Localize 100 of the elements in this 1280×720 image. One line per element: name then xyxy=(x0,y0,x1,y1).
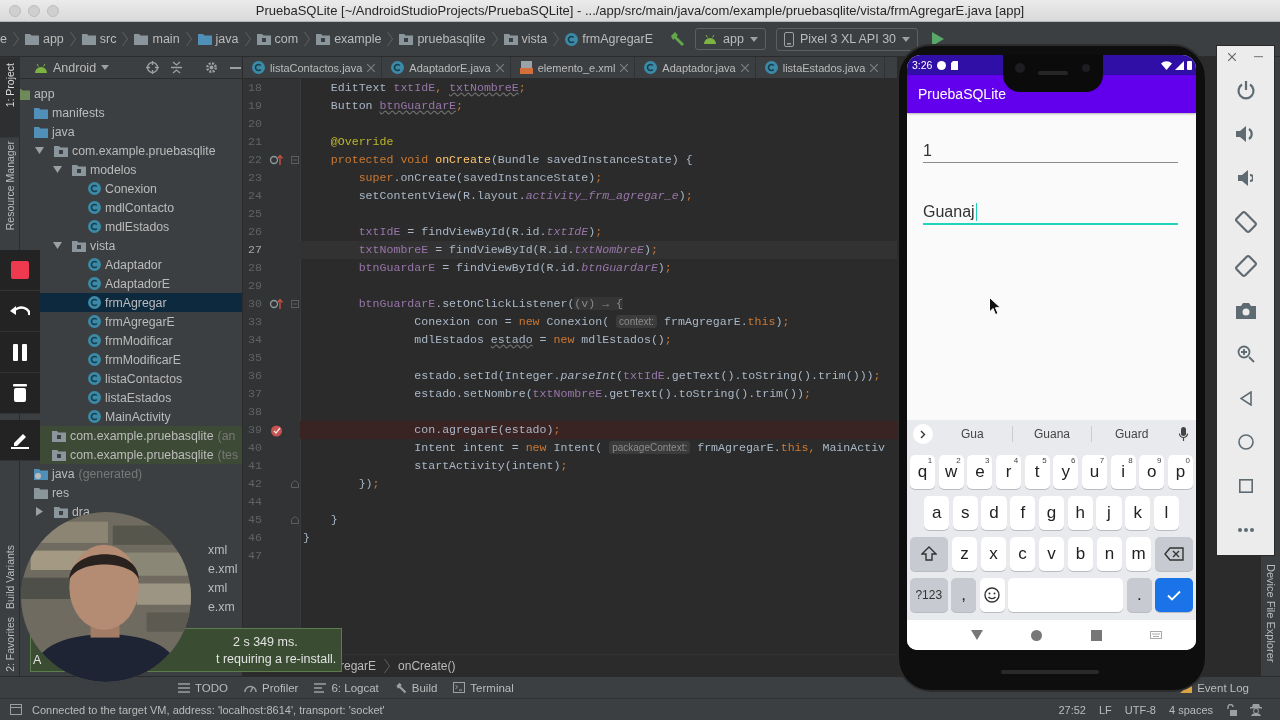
input-field[interactable]: Guanaj xyxy=(923,201,1178,225)
breadcrumb[interactable]: onCreate() xyxy=(398,658,456,673)
breadcrumb[interactable]: example xyxy=(316,32,382,46)
view-dropdown[interactable]: Android xyxy=(34,60,110,75)
tree-item[interactable]: vista xyxy=(40,236,242,255)
tree-item[interactable]: xml xyxy=(208,542,228,557)
tool-window-tab[interactable]: Build Variants xyxy=(0,541,20,614)
minimize-button[interactable] xyxy=(1254,56,1263,58)
tree-item[interactable]: java (generated) xyxy=(30,464,242,483)
tree-item[interactable]: res xyxy=(30,483,242,502)
breadcrumb[interactable]: vista xyxy=(503,32,548,46)
editor-tab[interactable]: AdaptadorE.java xyxy=(382,57,511,78)
expand-button[interactable] xyxy=(913,424,933,444)
hide-button[interactable] xyxy=(229,65,242,70)
keyboard-key[interactable]: a xyxy=(924,496,950,530)
keyboard-key[interactable]: j xyxy=(1096,496,1122,530)
breadcrumb[interactable]: pruebasqlite xyxy=(399,32,486,46)
input-field[interactable]: 1 xyxy=(923,140,1178,163)
tree-item[interactable]: frmModificarE xyxy=(40,350,242,369)
editor-tab[interactable]: Adaptador.java xyxy=(635,57,756,78)
tool-window-tab[interactable]: 2: Favorites xyxy=(0,613,20,676)
tool-window-button[interactable]: Build xyxy=(394,681,438,694)
breadcrumb[interactable]: e xyxy=(0,32,7,46)
line-ending[interactable]: LF xyxy=(1098,703,1112,716)
keyboard-key[interactable]: c xyxy=(1009,537,1036,571)
keyboard-key[interactable]: g xyxy=(1038,496,1065,530)
emoji-key[interactable] xyxy=(979,578,1005,612)
suggestion[interactable]: Guard xyxy=(1115,427,1149,441)
tree-item[interactable]: frmModificar xyxy=(40,331,242,350)
breadcrumb[interactable]: main xyxy=(134,32,180,46)
file-encoding[interactable]: UTF-8 xyxy=(1124,703,1156,716)
tool-window-button[interactable]: Profiler xyxy=(244,681,299,694)
keyboard-key[interactable]: , xyxy=(951,578,977,612)
shift-key[interactable] xyxy=(910,537,949,571)
tool-window-tab[interactable]: 1: Project xyxy=(0,57,20,138)
tree-item[interactable]: mdlEstados xyxy=(40,217,242,236)
tree-item[interactable]: com.example.pruebasqlite xyxy=(31,141,242,160)
chevron-icon xyxy=(387,32,394,46)
close-button[interactable] xyxy=(1228,53,1236,61)
device-dropdown[interactable]: Pixel 3 XL API 30 xyxy=(775,27,919,51)
breadcrumb[interactable]: com xyxy=(256,32,299,46)
keyboard-key[interactable]: n xyxy=(1096,537,1123,571)
keyboard-key[interactable]: v xyxy=(1038,537,1065,571)
tree-item[interactable]: AdaptadorE xyxy=(40,274,242,293)
tree-item[interactable]: Adaptador xyxy=(40,255,242,274)
indent-setting[interactable]: 4 spaces xyxy=(1168,703,1213,716)
breadcrumb[interactable]: src xyxy=(81,32,117,46)
tool-window-button[interactable]: TODO xyxy=(178,681,228,694)
run-icon xyxy=(932,32,945,46)
tree-item[interactable]: manifests xyxy=(30,103,242,122)
tree-item[interactable]: e.xm xyxy=(208,599,235,614)
keyboard-key[interactable]: ?123 xyxy=(910,578,948,612)
tree-item[interactable]: modelos xyxy=(40,160,242,179)
class-icon xyxy=(252,61,265,74)
keyboard-key[interactable]: k xyxy=(1125,496,1151,530)
tree-item[interactable]: xml xyxy=(208,580,228,595)
keyboard-key[interactable]: s xyxy=(952,496,978,530)
tree-item[interactable]: listaEstados xyxy=(40,388,242,407)
tree-item[interactable]: Conexion xyxy=(40,179,242,198)
breadcrumb[interactable]: app xyxy=(24,32,64,46)
keyboard-key[interactable]: . xyxy=(1126,578,1152,612)
suggestion[interactable]: Gua xyxy=(961,427,984,441)
breadcrumb[interactable]: frmAgregarE xyxy=(565,32,654,46)
keyboard-key[interactable]: z xyxy=(951,537,978,571)
keyboard-key[interactable]: b xyxy=(1067,537,1094,571)
tool-window-button[interactable]: 6: Logcat xyxy=(314,681,379,694)
tree-item[interactable]: app xyxy=(20,84,242,103)
tree-item[interactable]: mdlContacto xyxy=(40,198,242,217)
locate-button[interactable] xyxy=(145,60,161,75)
collapse-button[interactable] xyxy=(170,60,184,75)
editor-tab[interactable]: elemento_e.xml xyxy=(510,57,636,78)
tree-item[interactable]: frmAgregarE xyxy=(40,312,242,331)
editor-tab[interactable]: listaContactos.java xyxy=(243,57,383,78)
keyboard-key[interactable]: h xyxy=(1067,496,1093,530)
suggestion[interactable]: Guana xyxy=(1034,427,1070,441)
keyboard-key[interactable]: d xyxy=(981,496,1007,530)
tree-item[interactable]: com.example.pruebasqlite (tes xyxy=(40,445,242,464)
tool-window-button[interactable]: Terminal xyxy=(453,681,514,694)
breadcrumb[interactable]: java xyxy=(197,32,239,46)
enter-key[interactable] xyxy=(1155,578,1193,612)
tree-item[interactable]: frmAgregar xyxy=(40,293,242,312)
tree-item[interactable]: e.xml xyxy=(208,561,238,576)
tool-window-tab[interactable]: Resource Manager xyxy=(0,137,20,235)
keyboard-key[interactable]: f xyxy=(1010,496,1036,530)
keyboard-key[interactable]: m xyxy=(1125,537,1152,571)
editor-tab[interactable]: listaEstados.java xyxy=(755,57,886,78)
settings-button[interactable] xyxy=(204,60,219,75)
keyboard-key[interactable]: l xyxy=(1153,496,1179,530)
tree-item[interactable]: java xyxy=(30,122,242,141)
tool-window-tab[interactable]: Device File Explorer xyxy=(1261,557,1280,668)
tree-item[interactable]: listaContactos xyxy=(40,369,242,388)
class-icon xyxy=(88,220,101,233)
fold-end-icon xyxy=(291,480,299,488)
keyboard-key[interactable]: x xyxy=(980,537,1007,571)
run-configuration-dropdown[interactable]: app xyxy=(695,28,766,50)
caret-position[interactable]: 27:52 xyxy=(1058,703,1086,716)
tree-item[interactable]: MainActivity xyxy=(40,407,242,426)
backspace-key[interactable] xyxy=(1154,537,1193,571)
tree-item[interactable]: com.example.pruebasqlite (an xyxy=(40,426,242,445)
hammer-icon xyxy=(669,31,686,47)
